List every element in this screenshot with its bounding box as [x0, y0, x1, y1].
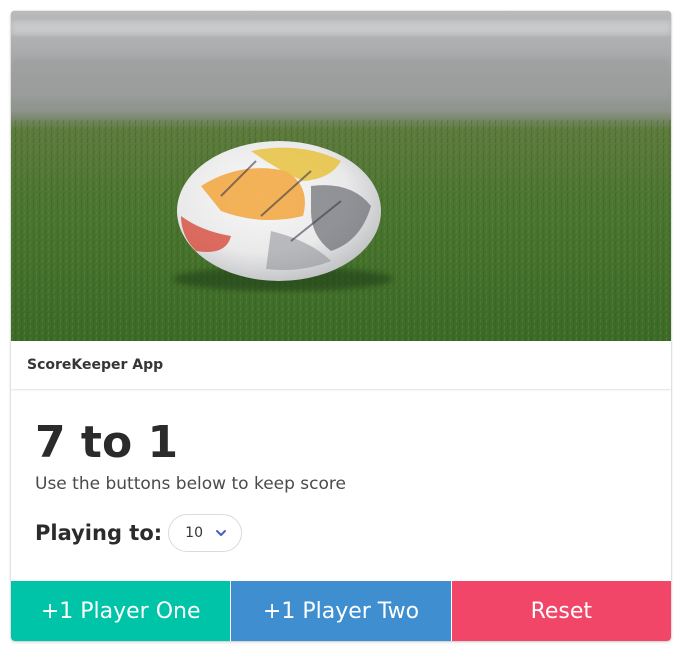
- playing-to-select[interactable]: 10: [168, 514, 243, 552]
- button-row: +1 Player One +1 Player Two Reset: [11, 581, 671, 641]
- reset-button[interactable]: Reset: [451, 581, 671, 641]
- instructions-text: Use the buttons below to keep score: [35, 474, 346, 494]
- playing-to-value: 10: [185, 525, 203, 541]
- chevron-down-icon: [216, 530, 227, 536]
- player-one-button[interactable]: +1 Player One: [11, 581, 231, 641]
- player-two-button[interactable]: +1 Player Two: [231, 581, 451, 641]
- card-image: [11, 11, 671, 341]
- playing-to-row: Playing to: 10: [35, 514, 655, 552]
- score-display: 7 to 1: [35, 417, 179, 468]
- soccer-ball-photo: [11, 11, 671, 341]
- playing-to-label: Playing to:: [35, 521, 163, 545]
- card-header: ScoreKeeper App: [11, 341, 671, 389]
- scorekeeper-card: ScoreKeeper App 7 to 1 Use the buttons b…: [11, 11, 671, 641]
- app-title: ScoreKeeper App: [27, 357, 164, 373]
- card-content: 7 to 1 Use the buttons below to keep sco…: [35, 416, 655, 552]
